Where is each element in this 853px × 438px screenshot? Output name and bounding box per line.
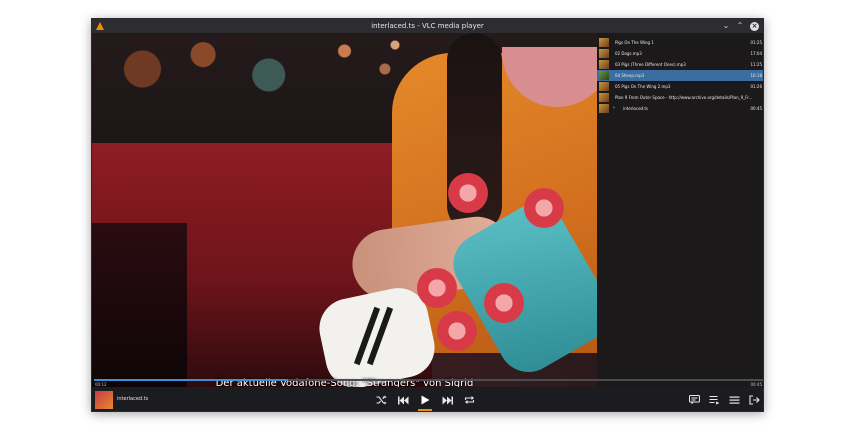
album-art-thumb: [599, 60, 609, 69]
playlist-item[interactable]: Pigs On The Wing 1 01:25: [597, 37, 763, 48]
album-art-thumb: [599, 71, 609, 80]
playlist-item-duration: 01:26: [750, 84, 762, 89]
seek-slider[interactable]: [94, 379, 763, 381]
album-art-thumb: [599, 38, 609, 47]
shuffle-icon[interactable]: [374, 393, 388, 407]
video-output[interactable]: Der aktuelle Vodafone-Song: "Strangers" …: [92, 33, 597, 393]
album-art-thumb: [599, 93, 609, 102]
exit-fullscreen-icon[interactable]: [747, 393, 761, 407]
previous-icon[interactable]: [396, 393, 410, 407]
close-icon[interactable]: ×: [750, 21, 759, 31]
window-buttons: ⌄ ⌃ ×: [722, 19, 759, 33]
playlist-panel: Pigs On The Wing 1 01:25 02 Dogs.mp3 17:…: [597, 33, 763, 393]
video-wheel: [417, 268, 457, 308]
next-icon[interactable]: [440, 393, 454, 407]
titlebar: interlaced.ts - VLC media player ⌄ ⌃ ×: [92, 19, 763, 33]
vlc-cone-icon: [96, 22, 104, 30]
playlist-item[interactable]: Plan 9 From Outer Space - http://www.arc…: [597, 92, 763, 103]
video-wheel: [524, 188, 564, 228]
playlist-item-duration: 17:04: [750, 51, 762, 56]
menu-icon[interactable]: [727, 393, 741, 407]
playback-controls: [374, 387, 476, 411]
minimize-icon[interactable]: ⌄: [722, 19, 730, 33]
expand-caret-icon[interactable]: ›: [613, 103, 615, 114]
playlist-icon[interactable]: [707, 393, 721, 407]
album-art-thumb: [599, 49, 609, 58]
playlist-item-duration: 11:25: [750, 62, 762, 67]
playlist-item-selected[interactable]: 04 Sheep.mp3 10:18: [597, 70, 763, 81]
maximize-icon[interactable]: ⌃: [736, 19, 744, 33]
play-active-indicator: [418, 409, 432, 411]
extra-controls: [687, 387, 761, 411]
now-playing-art[interactable]: [95, 391, 113, 409]
playlist-item[interactable]: 05 Pigs On The Wing 2.mp3 01:26: [597, 81, 763, 92]
playlist-item-duration: 10:18: [750, 73, 762, 78]
subtitles-icon[interactable]: [687, 393, 701, 407]
vlc-window: interlaced.ts - VLC media player ⌄ ⌃ × D…: [91, 18, 764, 412]
playlist-item-title: interlaced.ts: [623, 106, 649, 111]
playlist-item[interactable]: 02 Dogs.mp3 17:04: [597, 48, 763, 59]
playlist-item[interactable]: 03 Pigs (Three Different Ones).mp3 11:25: [597, 59, 763, 70]
play-icon[interactable]: [418, 393, 432, 411]
playlist-item-duration: 00:45: [750, 106, 762, 111]
video-wheel: [437, 311, 477, 351]
playlist-item[interactable]: › interlaced.ts 00:45: [597, 103, 763, 114]
control-bar: interlaced.ts: [92, 387, 763, 411]
playlist-item-duration: 01:25: [750, 40, 762, 45]
playlist-item-title: 05 Pigs On The Wing 2.mp3: [615, 84, 671, 89]
now-playing-title[interactable]: interlaced.ts: [117, 396, 148, 402]
album-art-thumb: [599, 104, 609, 113]
video-shadow: [92, 223, 187, 393]
playlist-item-title: 03 Pigs (Three Different Ones).mp3: [615, 62, 686, 67]
video-wheel: [484, 283, 524, 323]
window-title: interlaced.ts - VLC media player: [371, 22, 484, 30]
seek-progress: [94, 379, 288, 381]
album-art-thumb: [599, 82, 609, 91]
playlist-item-title: 02 Dogs.mp3: [615, 51, 642, 56]
playlist-item-title: 04 Sheep.mp3: [615, 73, 645, 78]
video-wheel: [448, 173, 488, 213]
repeat-icon[interactable]: [462, 393, 476, 407]
playlist-item-title: Plan 9 From Outer Space - http://www.arc…: [615, 95, 753, 100]
playlist-item-title: Pigs On The Wing 1: [615, 40, 654, 45]
